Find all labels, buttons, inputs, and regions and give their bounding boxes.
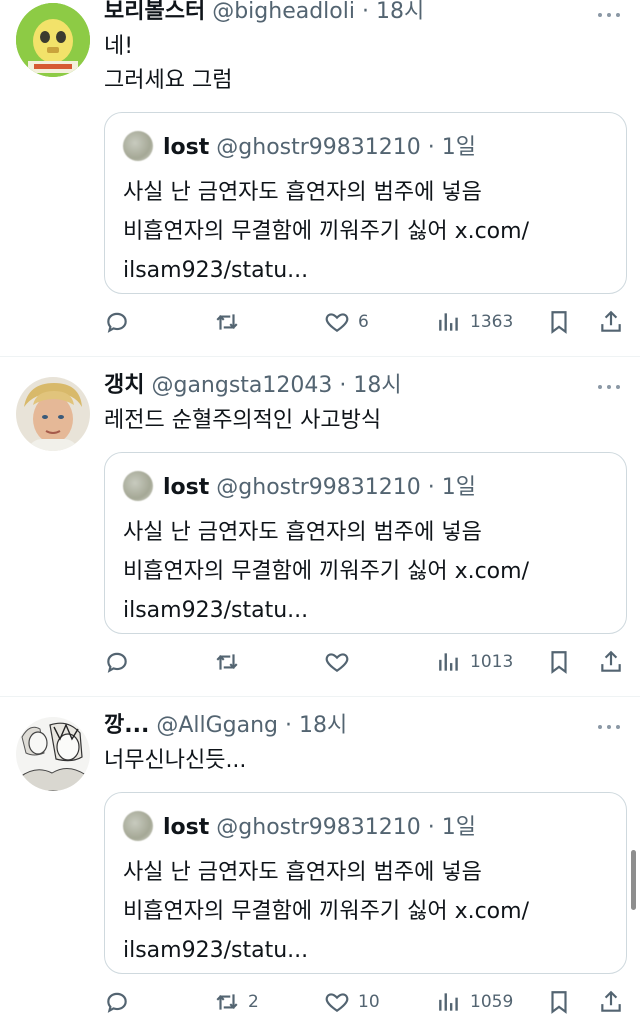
share-icon — [601, 310, 621, 332]
retweet-button[interactable] — [214, 307, 248, 337]
quote-text: 사실 난 금연자도 흡연자의 범주에 넣음 비흡연자의 무결함에 끼워주기 싫어… — [123, 520, 529, 623]
action-bar: 1013 — [104, 647, 624, 677]
retweet-button[interactable]: 2 — [214, 987, 259, 1017]
quote-text: 사실 난 금연자도 흡연자의 범주에 넣음 비흡연자의 무결함에 끼워주기 싫어… — [123, 860, 529, 963]
more-icon[interactable] — [598, 722, 622, 732]
avatar[interactable] — [16, 717, 90, 791]
reply-icon — [107, 312, 127, 333]
quote-header: lost @ghostr99831210 · 1일 — [123, 471, 476, 503]
quote-tweet[interactable]: lost @ghostr99831210 · 1일 사실 난 금연자도 흡연자의… — [104, 452, 627, 634]
quote-header: lost @ghostr99831210 · 1일 — [123, 811, 476, 843]
quote-timestamp: 1일 — [441, 475, 477, 500]
retweet-button[interactable] — [214, 647, 248, 677]
timestamp[interactable]: 18시 — [353, 373, 401, 398]
timestamp[interactable]: 18시 — [299, 713, 347, 738]
quote-display-name: lost — [163, 815, 210, 840]
share-button[interactable] — [598, 987, 624, 1017]
views-button[interactable]: 1059 — [436, 987, 513, 1017]
like-button[interactable]: 10 — [324, 987, 380, 1017]
retweet-icon — [216, 654, 238, 670]
share-icon — [601, 990, 621, 1012]
views-button[interactable]: 1013 — [436, 647, 513, 677]
display-name[interactable]: 갱치 — [104, 373, 144, 398]
handle[interactable]: @bigheadloli — [212, 0, 355, 24]
heart-icon — [325, 313, 349, 332]
bookmark-button[interactable] — [546, 307, 572, 337]
tweet-text: 레전드 순혈주의적인 사고방식 — [104, 408, 382, 433]
quote-tweet[interactable]: lost @ghostr99831210 · 1일 사실 난 금연자도 흡연자의… — [104, 792, 627, 974]
action-bar: 2 10 1059 — [104, 987, 624, 1017]
tweet-1[interactable]: 보리볼스터 @bigheadloli · 18시 네! 그러세요 그럼 lost… — [0, 0, 640, 357]
like-count: 6 — [358, 312, 369, 332]
separator: · — [427, 475, 435, 500]
tweet-header: 갱치 @gangsta12043 · 18시 — [104, 372, 402, 400]
views-count: 1363 — [470, 312, 514, 332]
bookmark-button[interactable] — [546, 647, 572, 677]
views-button[interactable]: 1363 — [436, 307, 513, 337]
quote-timestamp: 1일 — [441, 815, 477, 840]
bookmark-icon — [551, 991, 567, 1014]
reply-icon — [107, 652, 127, 673]
quote-tweet[interactable]: lost @ghostr99831210 · 1일 사실 난 금연자도 흡연자의… — [104, 112, 627, 294]
handle[interactable]: @AllGgang — [156, 713, 278, 738]
bookmark-button[interactable] — [546, 987, 572, 1017]
tweet-2[interactable]: 갱치 @gangsta12043 · 18시 레전드 순혈주의적인 사고방식 l… — [0, 357, 640, 697]
reply-button[interactable] — [104, 647, 138, 677]
avatar[interactable] — [16, 3, 90, 77]
reply-icon — [107, 992, 127, 1013]
views-icon — [439, 313, 458, 331]
heart-icon — [325, 653, 349, 672]
views-count: 1059 — [470, 992, 514, 1012]
action-bar: 6 1363 — [104, 307, 624, 337]
tweet-3[interactable]: 깡... @AllGgang · 18시 너무신나신듯... lost @gho… — [0, 697, 640, 1019]
reply-button[interactable] — [104, 987, 138, 1017]
quote-text: 사실 난 금연자도 흡연자의 범주에 넣음 비흡연자의 무결함에 끼워주기 싫어… — [123, 180, 529, 283]
tweet-text: 네! 그러세요 그럼 — [104, 34, 233, 93]
separator: · — [285, 713, 292, 738]
reply-button[interactable] — [104, 307, 138, 337]
quote-avatar — [123, 471, 153, 501]
tweet-header: 보리볼스터 @bigheadloli · 18시 — [104, 0, 424, 26]
views-icon — [439, 653, 458, 671]
views-icon — [439, 993, 458, 1011]
timestamp[interactable]: 18시 — [376, 0, 424, 24]
more-icon[interactable] — [598, 382, 622, 392]
tweet-header: 깡... @AllGgang · 18시 — [104, 712, 347, 740]
quote-display-name: lost — [163, 135, 210, 160]
quote-avatar — [123, 811, 153, 841]
like-button[interactable] — [324, 647, 358, 677]
like-count: 10 — [358, 992, 380, 1012]
scrollbar[interactable] — [631, 850, 636, 910]
separator: · — [427, 135, 435, 160]
more-icon[interactable] — [598, 10, 622, 20]
quote-timestamp: 1일 — [441, 135, 477, 160]
display-name[interactable]: 깡... — [104, 713, 149, 738]
bookmark-icon — [551, 651, 567, 674]
quote-avatar — [123, 131, 153, 161]
retweet-count: 2 — [248, 992, 259, 1012]
retweet-icon — [216, 314, 238, 330]
separator: · — [427, 815, 435, 840]
quote-header: lost @ghostr99831210 · 1일 — [123, 131, 476, 163]
heart-icon — [325, 993, 349, 1012]
separator: · — [339, 373, 347, 398]
quote-handle: @ghostr99831210 — [216, 135, 421, 160]
views-count: 1013 — [470, 652, 514, 672]
display-name[interactable]: 보리볼스터 — [104, 0, 205, 24]
share-button[interactable] — [598, 307, 624, 337]
retweet-icon — [216, 994, 238, 1010]
quote-handle: @ghostr99831210 — [216, 475, 421, 500]
bookmark-icon — [551, 311, 567, 334]
share-icon — [601, 650, 621, 672]
like-button[interactable]: 6 — [324, 307, 369, 337]
handle[interactable]: @gangsta12043 — [151, 373, 332, 398]
avatar[interactable] — [16, 377, 90, 451]
quote-display-name: lost — [163, 475, 210, 500]
separator: · — [361, 0, 369, 24]
quote-handle: @ghostr99831210 — [216, 815, 421, 840]
tweet-text: 너무신나신듯... — [104, 748, 247, 773]
share-button[interactable] — [598, 647, 624, 677]
